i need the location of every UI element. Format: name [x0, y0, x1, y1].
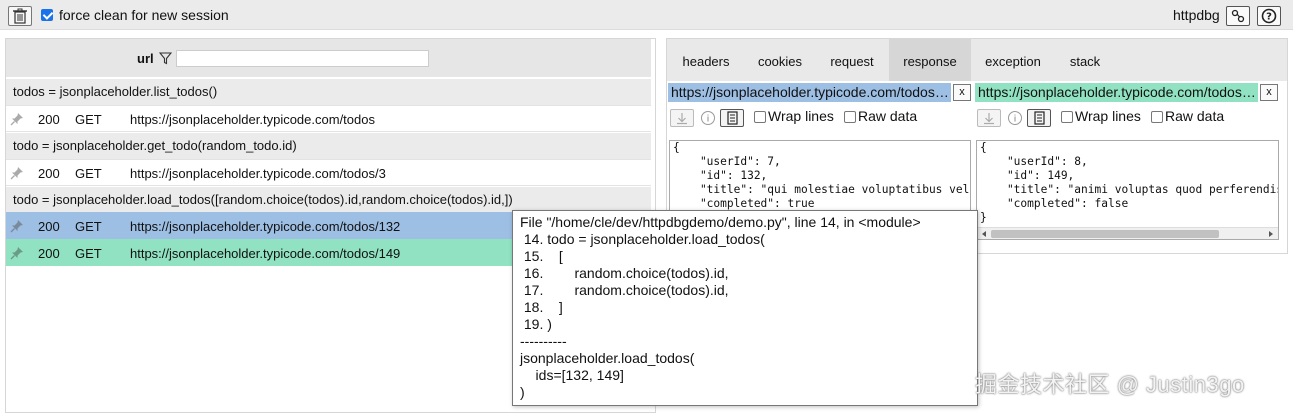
request-row[interactable]: 200 GET https://jsonplaceholder.typicode… — [6, 159, 651, 186]
url-filter-input[interactable] — [176, 50, 429, 67]
download-button[interactable] — [977, 109, 1001, 127]
request-list-header: url — [6, 39, 651, 77]
body-line: "completed": false — [980, 197, 1129, 210]
tooltip-line: jsonplaceholder.load_todos( — [520, 350, 695, 366]
wrap-lines-label: Wrap lines — [1075, 108, 1141, 124]
raw-data-label: Raw data — [1165, 108, 1225, 124]
wrap-lines-label: Wrap lines — [768, 108, 834, 124]
tooltip-line: File "/home/cle/dev/httpdbgdemo/demo.py"… — [520, 214, 921, 230]
scroll-right-icon[interactable] — [1266, 229, 1276, 239]
tooltip-line: ids=[132, 149] — [520, 367, 624, 383]
status-code: 200 — [38, 112, 60, 127]
request-group-header[interactable]: todos = jsonplaceholder.list_todos() — [6, 79, 651, 105]
svg-text:i: i — [707, 115, 710, 125]
force-clean-checkbox[interactable] — [41, 9, 53, 21]
force-clean-label: force clean for new session — [59, 7, 229, 23]
request-url: https://jsonplaceholder.typicode.com/tod… — [130, 166, 386, 181]
request-url: https://jsonplaceholder.typicode.com/tod… — [130, 112, 375, 127]
status-code: 200 — [38, 166, 60, 181]
tab-response[interactable]: response — [889, 39, 971, 81]
url-column-label: url — [137, 51, 154, 66]
config-icon — [1231, 9, 1245, 23]
tab-headers[interactable]: headers — [667, 39, 745, 81]
http-method: GET — [75, 246, 102, 261]
scrollbar-thumb[interactable] — [991, 230, 1219, 238]
body-line: "title": "animi voluptas quod perferendi… — [1006, 183, 1279, 196]
svg-text:i: i — [1014, 115, 1017, 125]
body-line: "userId": 8, — [980, 155, 1088, 168]
settings-button[interactable] — [1226, 6, 1250, 26]
tooltip-line: 17. random.choice(todos).id, — [520, 282, 729, 298]
body-line: "id": 132, — [673, 169, 768, 182]
status-code: 200 — [38, 246, 60, 261]
close-panel-button[interactable]: x — [1260, 84, 1278, 101]
download-icon — [984, 113, 994, 125]
trash-icon — [13, 8, 27, 24]
tooltip-line: ) — [520, 384, 525, 400]
body-line: "completed": true — [673, 197, 815, 210]
request-url: https://jsonplaceholder.typicode.com/tod… — [130, 219, 401, 234]
copy-button[interactable] — [1027, 109, 1051, 127]
help-button[interactable]: ? — [1257, 6, 1281, 26]
svg-text:?: ? — [1266, 12, 1272, 23]
filter-icon[interactable] — [159, 52, 172, 65]
http-method: GET — [75, 166, 102, 181]
body-line: } — [980, 211, 987, 224]
raw-data-checkbox[interactable] — [1151, 111, 1163, 123]
download-button[interactable] — [670, 109, 694, 127]
tab-cookies[interactable]: cookies — [745, 39, 815, 81]
pin-icon[interactable] — [10, 246, 24, 260]
copy-icon — [1034, 111, 1045, 125]
pin-icon[interactable] — [10, 166, 24, 180]
tab-exception[interactable]: exception — [971, 39, 1055, 81]
response-url-132: https://jsonplaceholder.typicode.com/tod… — [668, 83, 951, 102]
watermark: 掘金技术社区 @ Justin3go — [975, 372, 1245, 397]
request-url: https://jsonplaceholder.typicode.com/tod… — [130, 246, 401, 261]
tooltip-line: 19. ) — [520, 316, 552, 332]
response-url-149: https://jsonplaceholder.typicode.com/tod… — [975, 83, 1258, 102]
tab-request[interactable]: request — [815, 39, 889, 81]
body-line: { — [673, 141, 680, 154]
tooltip-line: 14. todo = jsonplaceholder.load_todos( — [520, 231, 765, 247]
tooltip-line: 18. ] — [520, 299, 563, 315]
pin-icon[interactable] — [10, 112, 24, 126]
raw-data-label: Raw data — [858, 108, 918, 124]
tooltip-line: 16. random.choice(todos).id, — [520, 265, 729, 281]
wrap-lines-checkbox[interactable] — [1061, 111, 1073, 123]
close-panel-button[interactable]: x — [953, 84, 971, 101]
body-line: { — [980, 141, 987, 154]
info-icon[interactable]: i — [700, 110, 716, 126]
copy-button[interactable] — [720, 109, 744, 127]
pin-icon[interactable] — [10, 219, 24, 233]
tooltip-separator: ---------- — [520, 333, 567, 349]
body-line: "title": "qui molestiae voluptatibus vel… — [699, 183, 970, 196]
response-body-149[interactable]: { "userId": 8, "id": 149, "title": "anim… — [976, 140, 1279, 240]
help-icon: ? — [1261, 8, 1277, 24]
top-toolbar: force clean for new session httpdbg ? — [0, 0, 1293, 30]
app-title: httpdbg — [1173, 7, 1220, 23]
horizontal-scrollbar[interactable] — [977, 227, 1278, 239]
raw-data-checkbox[interactable] — [844, 111, 856, 123]
info-icon[interactable]: i — [1007, 110, 1023, 126]
status-code: 200 — [38, 219, 60, 234]
http-method: GET — [75, 112, 102, 127]
request-group-header[interactable]: todo = jsonplaceholder.get_todo(random_t… — [6, 133, 651, 159]
copy-icon — [727, 111, 738, 125]
clear-requests-button[interactable] — [8, 6, 32, 26]
tooltip-line: 15. [ — [520, 248, 563, 264]
stack-tooltip: File "/home/cle/dev/httpdbgdemo/demo.py"… — [512, 210, 978, 406]
body-line: "id": 149, — [980, 169, 1075, 182]
http-method: GET — [75, 219, 102, 234]
details-tabs: headers cookies request response excepti… — [667, 39, 1287, 81]
body-line: "userId": 7, — [673, 155, 781, 168]
scroll-left-icon[interactable] — [979, 229, 989, 239]
request-row[interactable]: 200 GET https://jsonplaceholder.typicode… — [6, 105, 651, 132]
download-icon — [677, 113, 687, 125]
tab-stack[interactable]: stack — [1055, 39, 1115, 81]
wrap-lines-checkbox[interactable] — [754, 111, 766, 123]
